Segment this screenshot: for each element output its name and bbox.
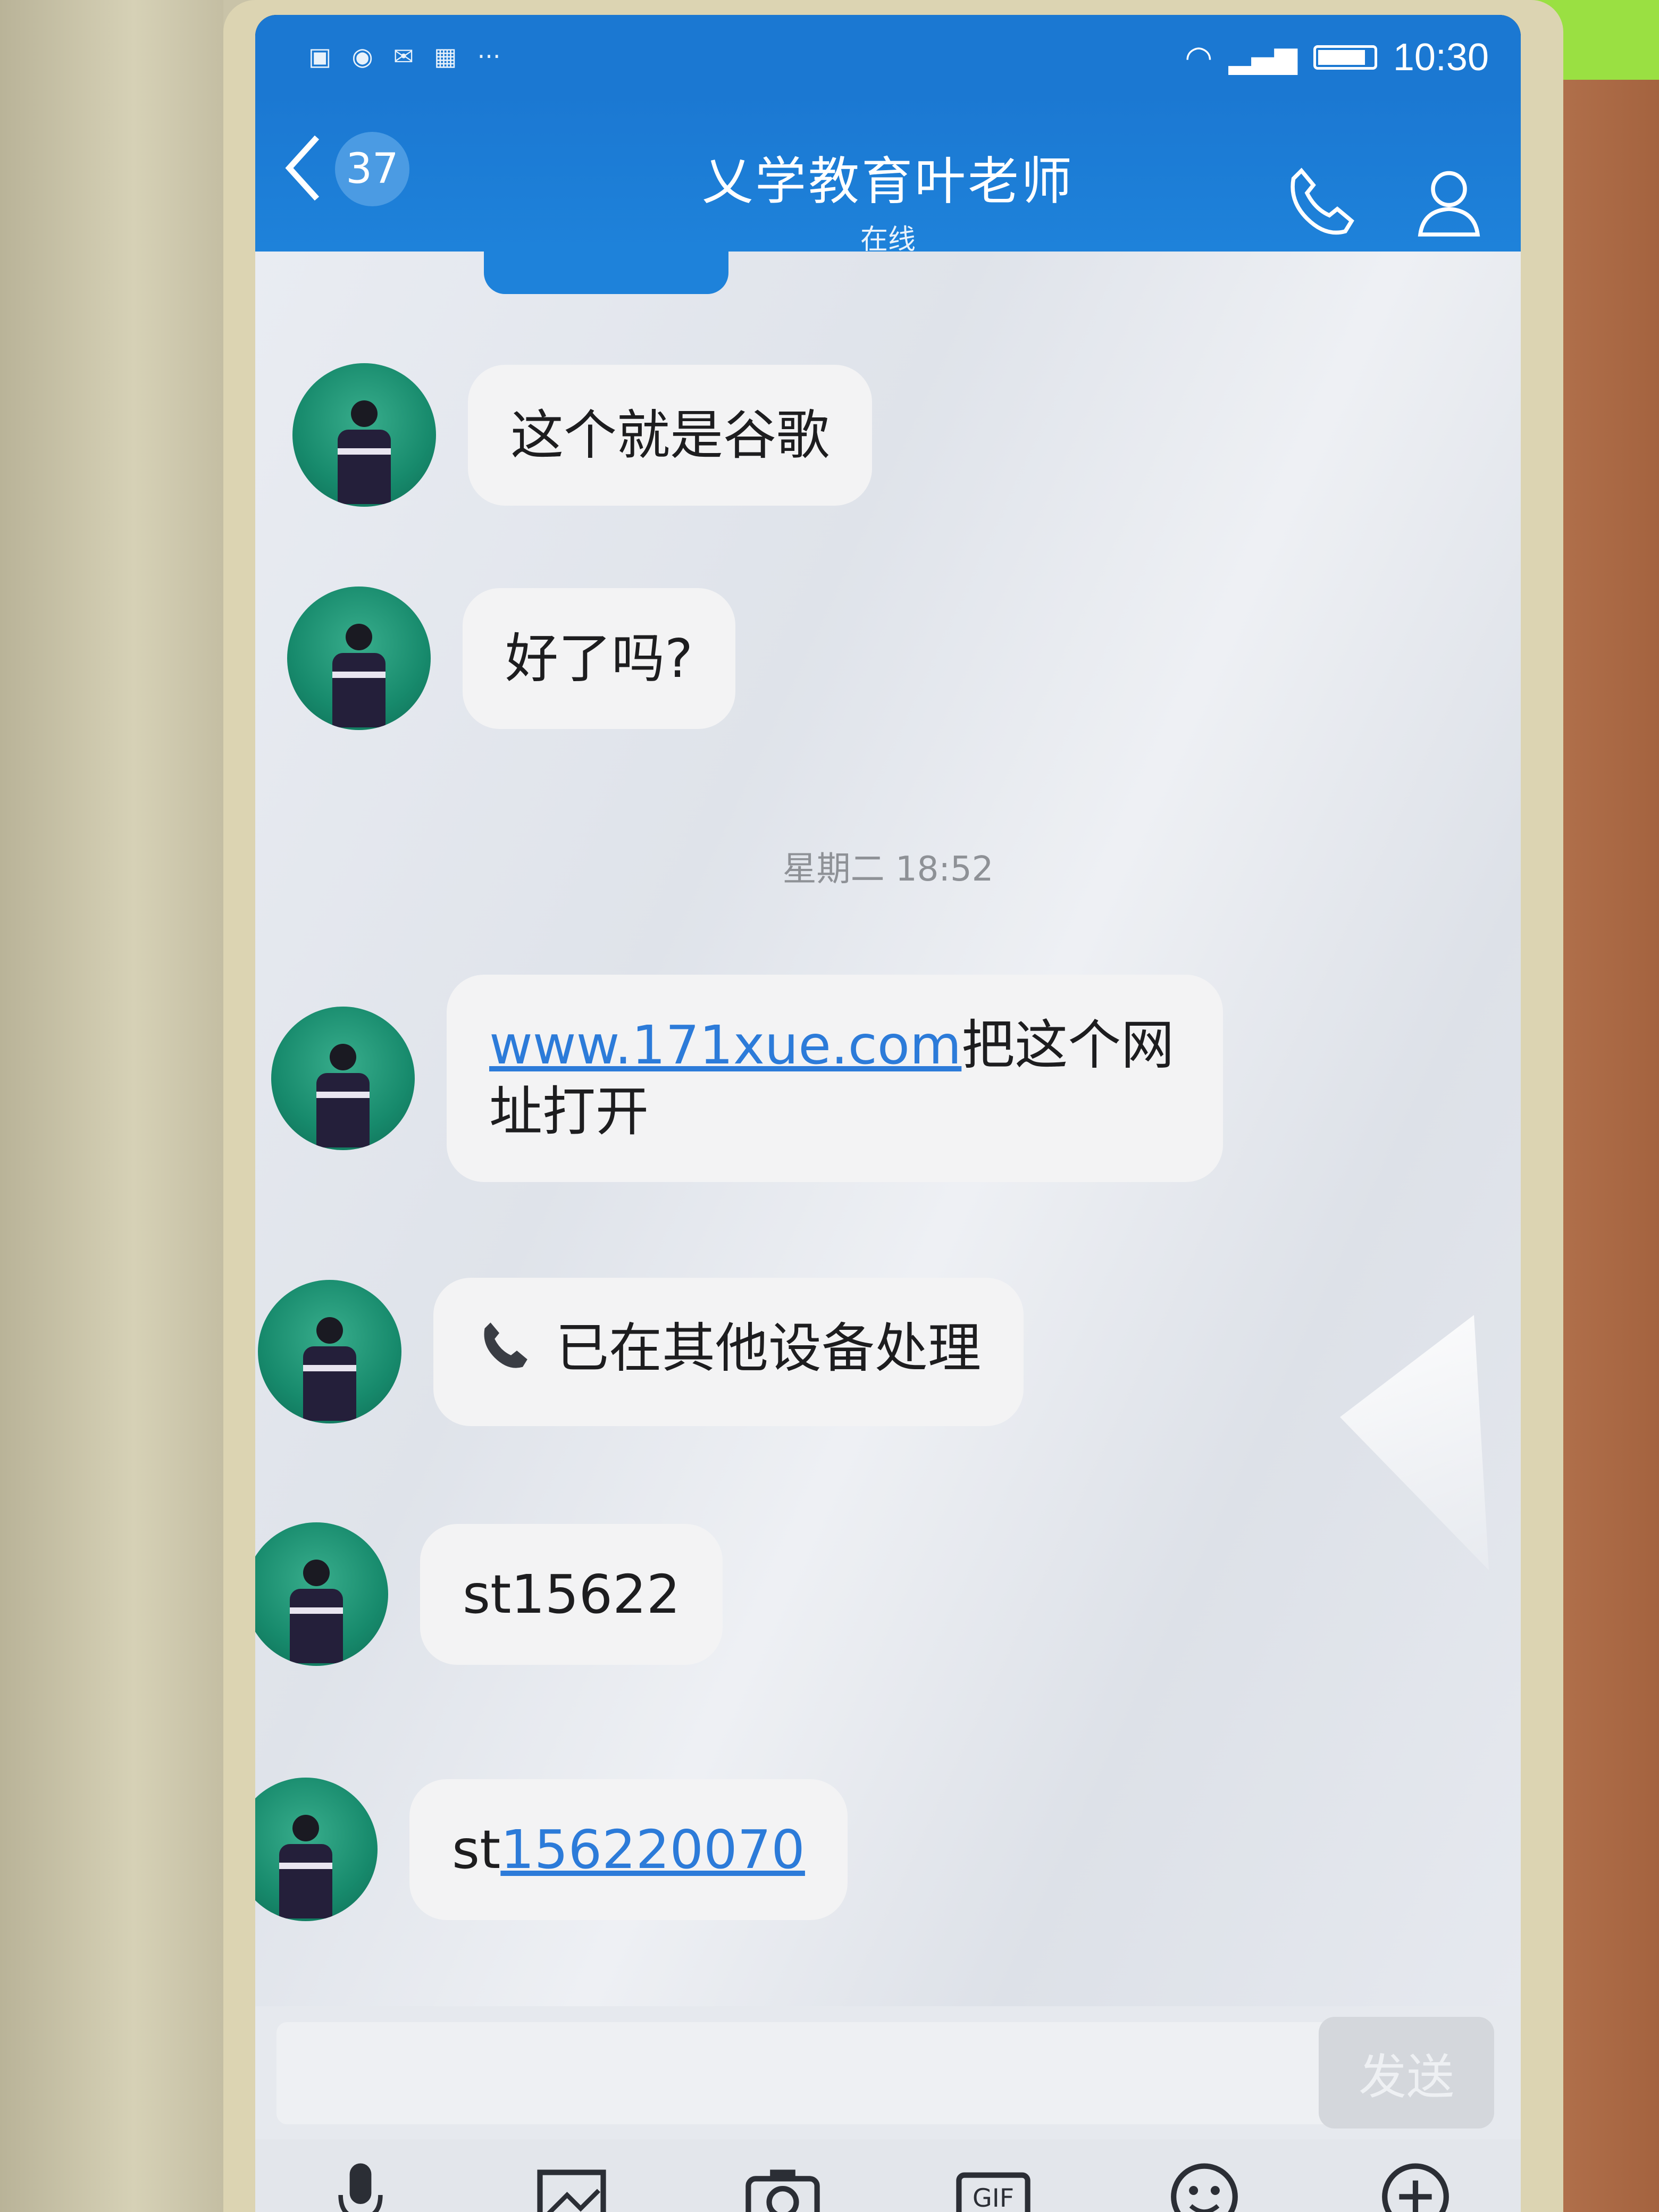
message-input[interactable] — [276, 2022, 1337, 2124]
message-row: www.171xue.com把这个网址打开 — [271, 975, 1223, 1182]
wechat-icon: ◉ — [351, 42, 373, 71]
avatar[interactable] — [292, 363, 436, 507]
notification-icons: ▣ ◉ ✉ ▦ ··· — [308, 40, 501, 72]
mail-icon: ✉ — [393, 42, 414, 71]
message-row: st15622 — [255, 1522, 723, 1666]
call-record-bubble[interactable]: 已在其他设备处理 — [433, 1278, 1024, 1426]
message-bubble[interactable]: 这个就是谷歌 — [468, 364, 872, 506]
avatar[interactable] — [258, 1280, 401, 1424]
message-bubble[interactable]: st156220070 — [409, 1779, 848, 1920]
status-time: 10:30 — [1393, 36, 1489, 79]
avatar[interactable] — [255, 1522, 388, 1666]
system-icons: ◠ ▂▄▆ 10:30 — [1185, 36, 1489, 79]
message-row: 已在其他设备处理 — [258, 1278, 1024, 1426]
send-button[interactable]: 发送 — [1319, 2017, 1494, 2129]
profile-button[interactable] — [1409, 161, 1489, 243]
profile-icon — [1418, 171, 1480, 237]
number-link[interactable]: 156220070 — [500, 1819, 805, 1881]
desk-background-left — [0, 0, 223, 2212]
message-row: 好了吗? — [287, 586, 736, 730]
avatar[interactable] — [255, 1778, 378, 1921]
header-tab — [484, 252, 728, 294]
url-link[interactable]: www.171xue.com — [489, 1014, 961, 1076]
signal-icon: ▂▄▆ — [1228, 40, 1297, 75]
message-text: st — [452, 1818, 501, 1881]
message-row: 这个就是谷歌 — [292, 363, 872, 507]
avatar[interactable] — [287, 586, 431, 730]
screen-glare — [1340, 1315, 1489, 1570]
message-bubble[interactable]: st15622 — [420, 1523, 723, 1665]
mic-icon[interactable] — [315, 2139, 406, 2212]
message-bubble[interactable]: www.171xue.com把这个网址打开 — [447, 975, 1223, 1182]
battery-icon — [1313, 45, 1377, 70]
message-list[interactable]: 这个就是谷歌 好了吗? 星期二 18:52 www.171xue.com把这个网… — [255, 252, 1521, 2006]
wifi-icon: ◠ — [1185, 39, 1213, 76]
more-icon: ··· — [477, 42, 501, 71]
time-divider: 星期二 18:52 — [782, 850, 994, 889]
plus-icon[interactable] — [1370, 2139, 1461, 2212]
phone-call-button[interactable] — [1281, 161, 1361, 243]
svg-text:GIF: GIF — [973, 2184, 1014, 2212]
call-record-text: 已在其他设备处理 — [556, 1317, 981, 1379]
phone-screen: ▣ ◉ ✉ ▦ ··· ◠ ▂▄▆ 10:30 37 乂学教育叶老师 在线 这个… — [255, 15, 1521, 2212]
camera-icon[interactable] — [738, 2139, 828, 2212]
phone-icon — [1291, 167, 1354, 235]
message-row: st156220070 — [255, 1778, 848, 1921]
message-bubble[interactable]: 好了吗? — [463, 588, 736, 729]
gif-icon[interactable]: GIF — [948, 2139, 1038, 2212]
chat-header: 37 乂学教育叶老师 在线 — [255, 92, 1521, 256]
image-icon[interactable] — [526, 2139, 617, 2212]
apps-icon: ▦ — [434, 42, 457, 71]
phone-icon — [476, 1316, 534, 1389]
input-toolbar: GIF — [255, 2139, 1521, 2212]
status-bar: ▣ ◉ ✉ ▦ ··· ◠ ▂▄▆ 10:30 — [255, 15, 1521, 92]
image-icon: ▣ — [308, 42, 332, 71]
input-bar: 发送 — [255, 2006, 1521, 2139]
emoji-icon[interactable] — [1159, 2139, 1250, 2212]
avatar[interactable] — [271, 1007, 415, 1150]
